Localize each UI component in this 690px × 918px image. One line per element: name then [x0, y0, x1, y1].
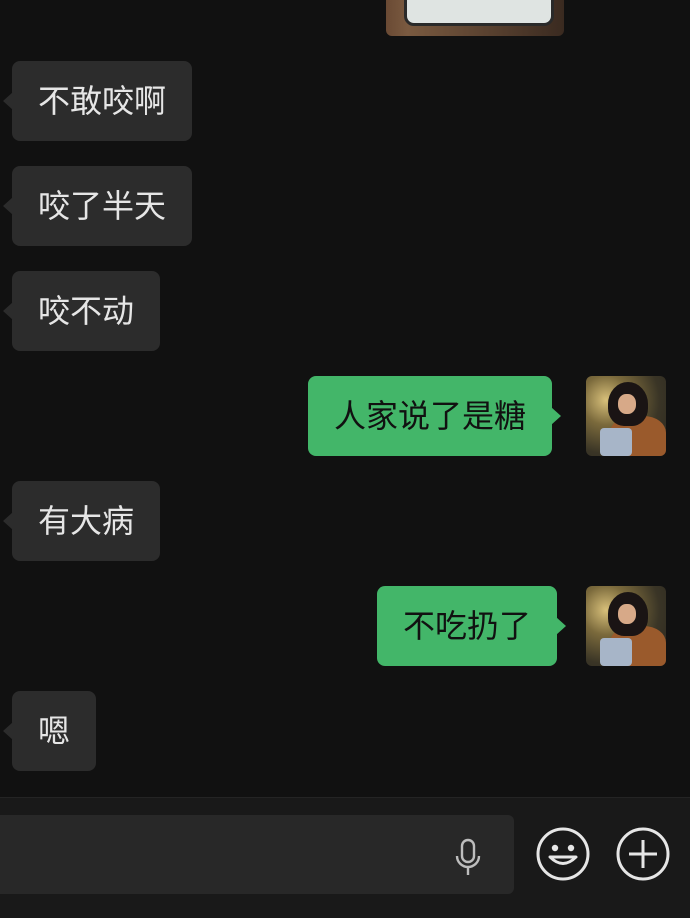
sent-message-bubble[interactable]: 人家说了是糖 — [308, 376, 562, 456]
image-message[interactable] — [386, 0, 564, 36]
user-avatar[interactable] — [586, 376, 666, 456]
received-message-bubble[interactable]: 咬了半天 — [2, 166, 193, 246]
received-message-bubble[interactable]: 不敢咬啊 — [2, 61, 193, 141]
message-text: 咬不动 — [38, 292, 135, 330]
avatar-detail — [600, 638, 632, 666]
message-text: 人家说了是糖 — [334, 397, 527, 435]
message-text: 不吃扔了 — [403, 607, 532, 645]
message-input[interactable] — [0, 815, 514, 894]
chat-message-list[interactable]: 不敢咬啊 咬了半天 咬不动 人家说了是糖 有大病 不吃扔了 嗯 — [0, 0, 690, 797]
avatar-detail — [618, 394, 636, 414]
plus-icon[interactable] — [615, 826, 671, 882]
microphone-icon[interactable] — [452, 838, 484, 878]
user-avatar[interactable] — [586, 586, 666, 666]
emoji-icon[interactable] — [535, 826, 591, 882]
message-text: 不敢咬啊 — [38, 82, 167, 120]
sent-message-bubble[interactable]: 不吃扔了 — [377, 586, 567, 666]
avatar-detail — [618, 604, 636, 624]
message-text: 嗯 — [38, 712, 71, 750]
avatar-detail — [600, 428, 632, 456]
received-message-bubble[interactable]: 有大病 — [2, 481, 161, 561]
message-text: 咬了半天 — [38, 187, 167, 225]
received-message-bubble[interactable]: 嗯 — [2, 691, 97, 771]
message-text: 有大病 — [38, 502, 135, 540]
received-message-bubble[interactable]: 咬不动 — [2, 271, 161, 351]
image-thumbnail — [404, 0, 554, 26]
